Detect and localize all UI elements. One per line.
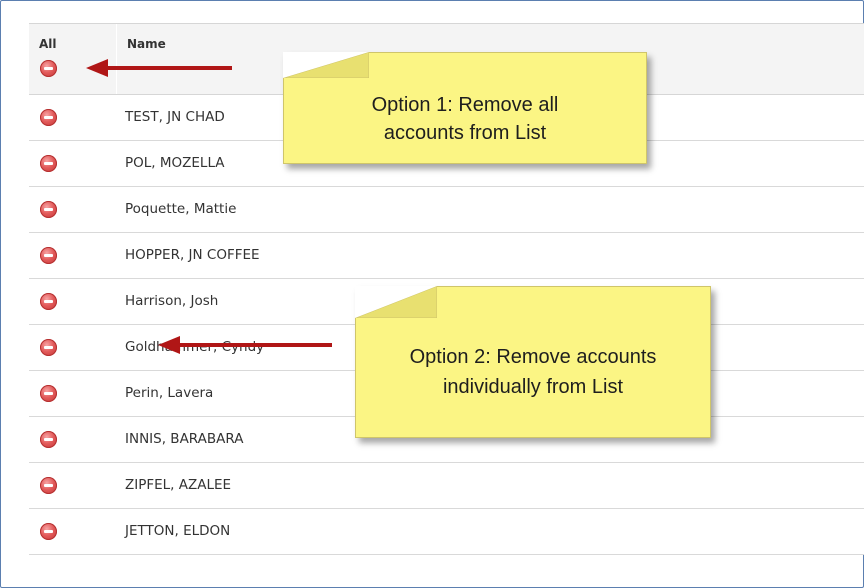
account-name: POL, MOZELLA: [125, 155, 225, 171]
account-name: TEST, JN CHAD: [125, 109, 225, 125]
remove-row-icon[interactable]: [40, 247, 57, 264]
arrow-left-icon: [86, 59, 232, 77]
callout-option-1-line-1: Option 1: Remove all: [371, 94, 559, 116]
remove-all-icon[interactable]: [40, 60, 57, 77]
account-name: Perin, Lavera: [125, 385, 214, 401]
table-row: Poquette, Mattie: [29, 187, 864, 233]
note-fold-icon: [355, 286, 437, 318]
account-name: Poquette, Mattie: [125, 201, 237, 217]
note-fold-icon: [283, 52, 369, 78]
remove-row-icon[interactable]: [40, 339, 57, 356]
remove-row-icon[interactable]: [40, 109, 57, 126]
account-name: HOPPER, JN COFFEE: [125, 247, 260, 263]
table-row: ZIPFEL, AZALEE: [29, 463, 864, 509]
callout-option-1: Option 1: Remove all accounts from List: [283, 52, 647, 164]
account-name: ZIPFEL, AZALEE: [125, 477, 232, 493]
remove-row-icon[interactable]: [40, 155, 57, 172]
remove-row-icon[interactable]: [40, 201, 57, 218]
table-row: HOPPER, JN COFFEE: [29, 233, 864, 279]
table-row: JETTON, ELDON: [29, 509, 864, 555]
remove-row-icon[interactable]: [40, 293, 57, 310]
callout-option-2-line-2: individually from List: [442, 376, 624, 398]
account-name: INNIS, BARABARA: [125, 431, 244, 447]
account-name: Harrison, Josh: [125, 293, 219, 309]
remove-row-icon[interactable]: [40, 385, 57, 402]
column-header-all: All: [39, 37, 57, 51]
callout-option-2-line-1: Option 2: Remove accounts: [409, 346, 657, 368]
callout-option-1-line-2: accounts from List: [383, 122, 547, 144]
remove-row-icon[interactable]: [40, 477, 57, 494]
arrow-left-icon: [158, 336, 332, 354]
callout-option-2: Option 2: Remove accounts individually f…: [355, 286, 711, 438]
remove-row-icon[interactable]: [40, 523, 57, 540]
column-header-name[interactable]: Name: [127, 37, 166, 51]
account-name: JETTON, ELDON: [125, 523, 231, 539]
remove-row-icon[interactable]: [40, 431, 57, 448]
